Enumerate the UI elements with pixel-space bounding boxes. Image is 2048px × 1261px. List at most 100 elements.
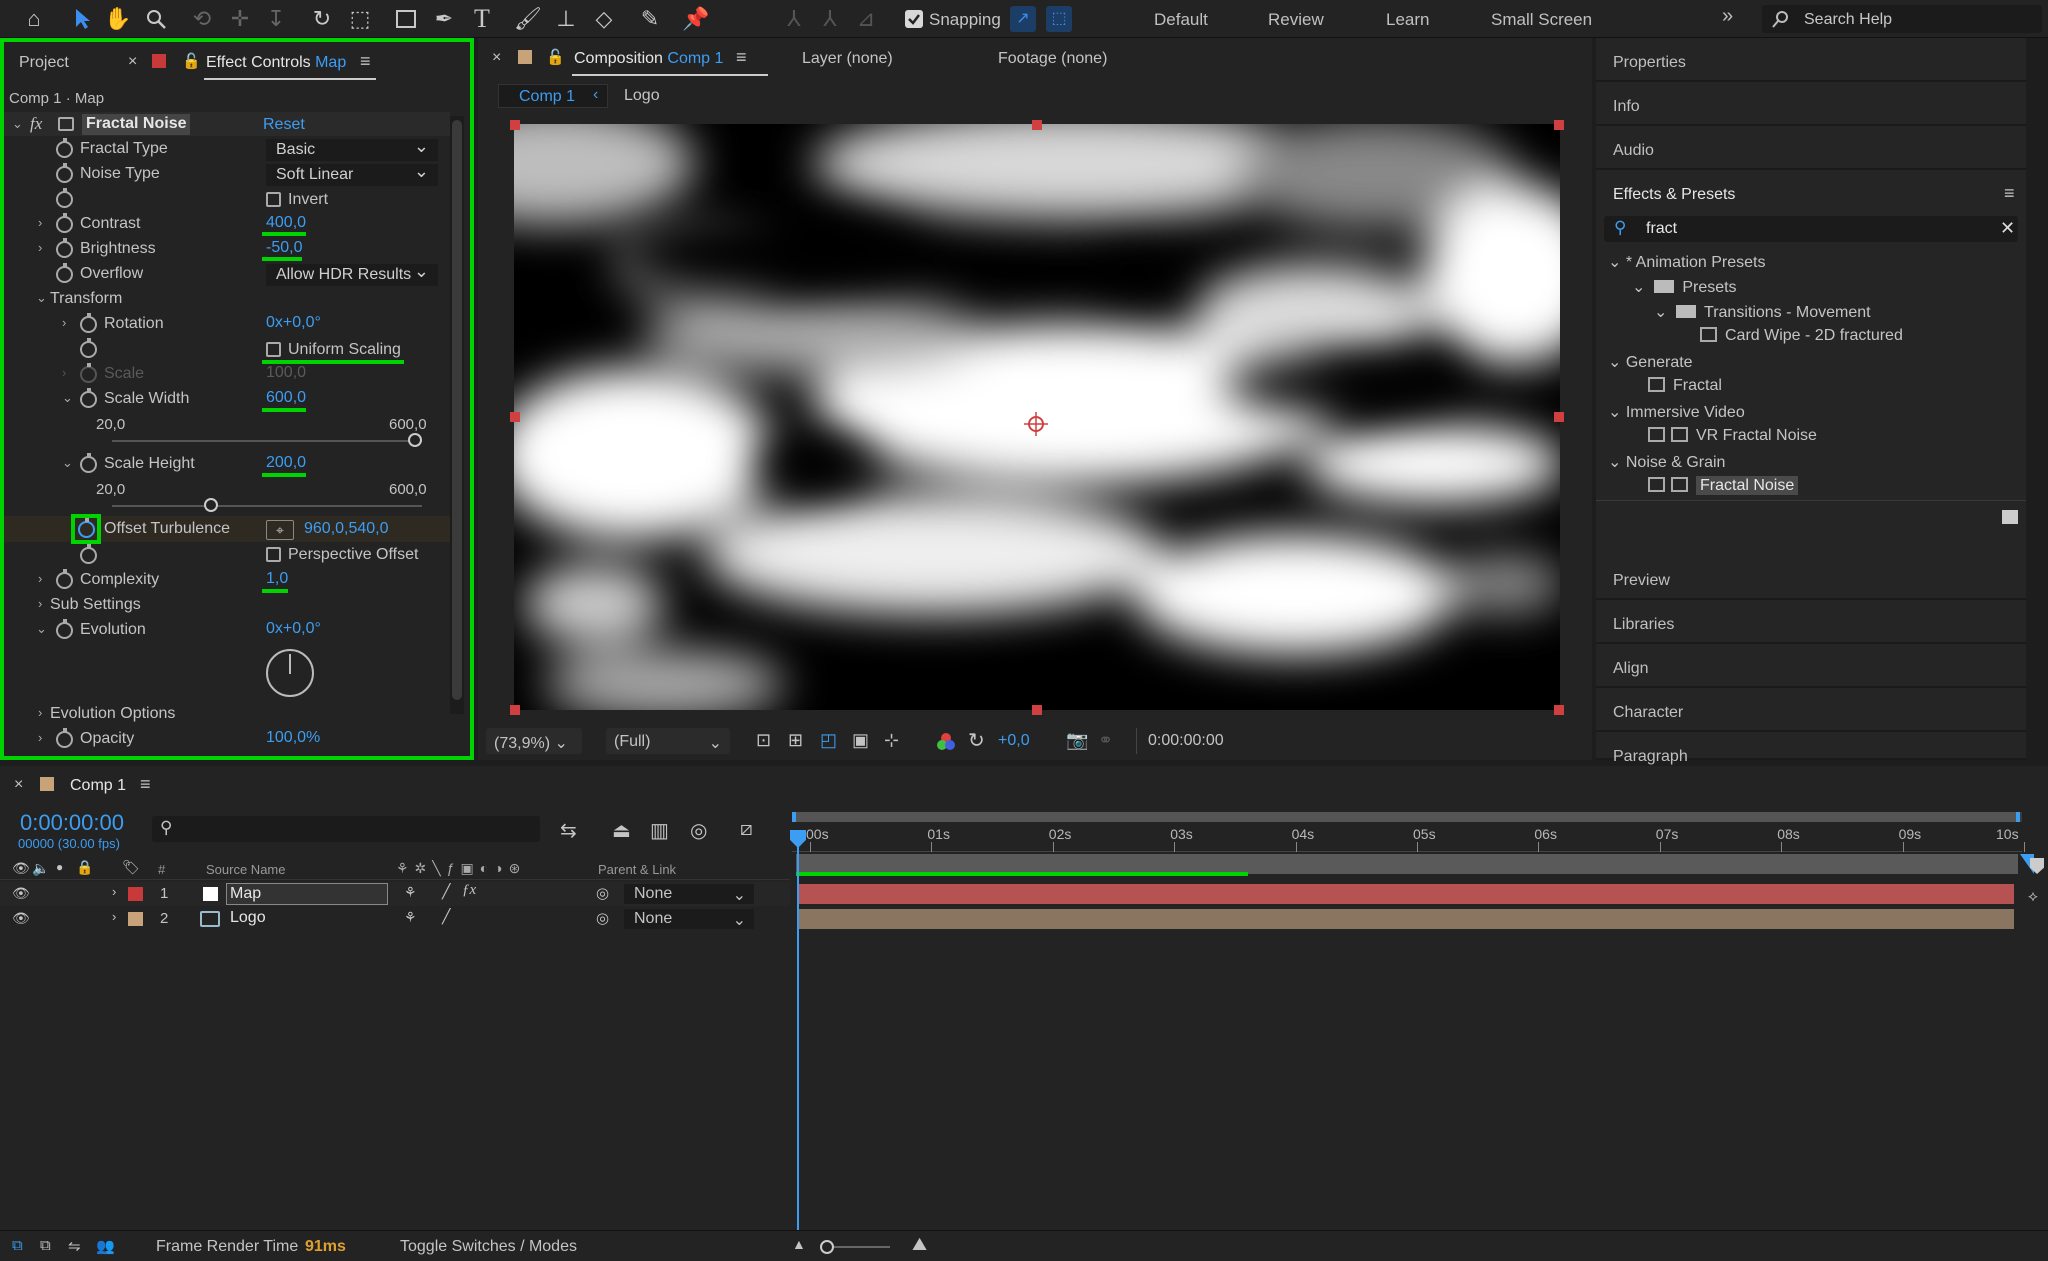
resolution-dropdown[interactable]: (Full) ⌄ [606,728,730,754]
lock-icon[interactable]: 🔓 [546,48,565,66]
tab-project[interactable]: Project [19,54,69,72]
tree-transitions-folder[interactable]: ⌄ Transitions - Movement [1654,302,1871,322]
axis-world-icon[interactable]: ⅄ [816,5,844,33]
chevron-down-icon[interactable]: ⌄ [62,390,73,406]
current-timecode[interactable]: 0:00:00:00 [20,810,124,836]
search-help-input[interactable]: Search Help [1804,11,1892,29]
transparency-grid-icon[interactable]: ⊞ [788,730,803,751]
overflow-dropdown[interactable]: Allow HDR Results [266,261,438,286]
timeline-search-input[interactable]: ⚲ [152,816,540,842]
color-channels-icon[interactable] [936,732,956,752]
work-area-range[interactable] [792,812,2020,822]
workspace-review[interactable]: Review [1268,10,1324,30]
snapshot-icon[interactable]: 📷 [1066,730,1088,751]
crosshair-target-icon[interactable]: ⌖ [266,520,294,540]
quality-switch-icon[interactable]: ╱ [442,908,450,925]
graph-editor-icon[interactable]: ⧄ [740,818,753,841]
slider-thumb[interactable] [203,498,218,512]
hand-tool-icon[interactable]: ✋ [104,5,132,33]
reset-exposure-icon[interactable]: ↻ [968,728,985,753]
chevron-right-icon[interactable]: › [112,884,116,899]
source-name-header[interactable]: Source Name [206,862,285,877]
parent-dropdown[interactable]: None ⌄ [624,909,754,929]
frame-blending-icon[interactable]: ▥ [650,818,669,843]
chevron-right-icon[interactable]: › [38,730,42,745]
tab-footage[interactable]: Footage (none) [998,50,1107,68]
close-icon[interactable]: × [128,53,137,71]
clear-search-icon[interactable]: ✕ [2000,218,2015,239]
eraser-tool-icon[interactable]: ◇ [590,5,618,33]
fast-previews-icon[interactable]: ⊡ [756,730,771,751]
layer-handle[interactable] [1032,120,1042,130]
stopwatch-icon[interactable] [56,263,73,283]
tree-animation-presets[interactable]: ⌄ * Animation Presets [1608,252,1765,272]
collapse-switch-icon[interactable]: ⚘ [404,909,417,926]
lock-icon[interactable]: 🔓 [182,52,201,70]
stopwatch-icon[interactable] [56,138,73,158]
layer-label-color[interactable] [128,887,143,901]
layer-handle[interactable] [510,412,520,422]
chevron-right-icon[interactable]: › [112,909,116,924]
layer-handle[interactable] [510,120,520,130]
paragraph-panel-header[interactable]: Paragraph [1596,732,2026,765]
evolution-value[interactable]: 0x+0,0° [266,620,321,644]
layer-bar-logo[interactable] [798,909,2014,929]
tree-fractal[interactable]: Fractal [1648,377,1722,395]
close-icon[interactable]: × [14,776,23,794]
stopwatch-icon[interactable] [56,569,73,589]
layer-name[interactable]: Logo [230,909,266,927]
fractal-type-dropdown[interactable]: Basic [266,136,438,161]
effects-search-input[interactable]: fract [1646,220,1677,238]
stopwatch-icon[interactable] [80,453,97,473]
tree-fractal-noise[interactable]: Fractal Noise [1648,476,1799,495]
layer-switches-icon[interactable]: ⧉ [12,1237,23,1254]
zoom-dropdown[interactable]: (73,9%) ⌄ [486,728,582,754]
chevron-right-icon[interactable]: › [62,315,66,330]
stopwatch-icon[interactable] [56,213,73,233]
pen-tool-icon[interactable]: ✒ [430,5,458,33]
scale-height-slider[interactable] [112,498,422,512]
stopwatch-icon[interactable] [56,238,73,258]
libraries-panel-header[interactable]: Libraries [1596,600,2026,644]
eye-icon[interactable]: 👁 [12,860,30,877]
zoom-out-icon[interactable]: ▲ [792,1236,806,1252]
orbit-camera-icon[interactable]: ⟲ [188,5,216,33]
workspace-learn[interactable]: Learn [1386,10,1429,30]
show-snapshot-icon[interactable]: ⚭ [1098,730,1113,751]
chevron-down-icon[interactable]: ⌄ [36,621,47,637]
snap-edges-icon[interactable]: ↗ [1010,6,1036,32]
marker-icon[interactable]: ⟡ [2028,888,2038,905]
layer-row[interactable]: 👁 › 1 Map ⚘ ╱ ƒx ◎ None ⌄ [0,882,790,906]
chevron-down-icon[interactable]: ⌄ [62,455,73,471]
stopwatch-icon[interactable] [78,518,95,538]
toggle-switches-modes[interactable]: Toggle Switches / Modes [400,1238,577,1256]
audio-icon[interactable]: 🔈 [32,860,49,877]
playhead[interactable] [790,830,806,1230]
snap-features-icon[interactable]: ⬚ [1046,6,1072,32]
comp-flow-current[interactable]: Comp 1 ‹ [498,84,608,108]
parent-dropdown[interactable]: None ⌄ [624,884,754,904]
dolly-camera-icon[interactable]: ↧ [262,5,290,33]
tab-layer[interactable]: Layer (none) [802,50,893,68]
properties-panel-header[interactable]: Properties [1596,38,2026,82]
fx-switch-icon[interactable]: ƒx [462,882,476,899]
label-tag-icon[interactable]: 🏷 [122,859,140,876]
slider-thumb[interactable] [820,1240,834,1254]
effect-name[interactable]: Fractal Noise [82,114,191,135]
tab-timeline-comp[interactable]: Comp 1 [70,777,126,795]
tree-vr-fractal-noise[interactable]: VR Fractal Noise [1648,427,1817,445]
uniform-scaling-checkbox[interactable] [266,342,281,357]
close-icon[interactable]: × [492,49,501,67]
panel-menu-icon[interactable]: ≡ [140,774,151,795]
tree-noise-grain[interactable]: ⌄ Noise & Grain [1608,452,1725,472]
snapping-checkbox[interactable] [905,10,923,28]
chevron-right-icon[interactable]: › [38,215,42,230]
layer-handle[interactable] [1554,120,1564,130]
layer-handle[interactable] [1032,705,1042,715]
tab-composition[interactable]: Composition Comp 1 [574,50,723,68]
stopwatch-icon[interactable] [80,313,97,333]
zoom-tool-icon[interactable] [142,5,170,33]
solo-icon[interactable]: ● [56,860,63,874]
comp-marker-bin-icon[interactable] [2030,858,2044,874]
in-out-icon[interactable]: ⇋ [68,1237,81,1255]
